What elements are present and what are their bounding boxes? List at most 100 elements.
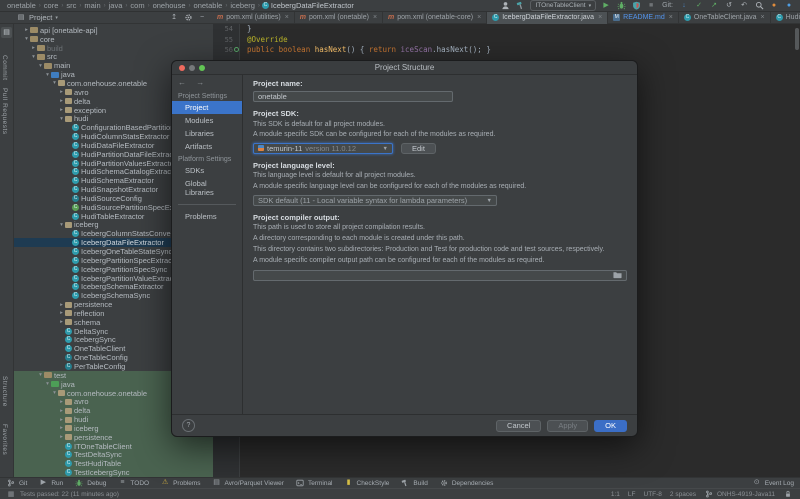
close-tab-icon[interactable]: ×: [761, 14, 765, 21]
stripe-project-button[interactable]: ▤: [1, 27, 12, 38]
git-branch-widget[interactable]: ONHS-4919-Java11: [704, 489, 775, 499]
commit-icon[interactable]: ✓: [694, 1, 704, 11]
close-window-icon[interactable]: [179, 65, 185, 71]
close-tab-icon[interactable]: ×: [598, 14, 602, 21]
tool-window-button-debug[interactable]: Debug: [74, 478, 106, 488]
tool-window-button-dependencies[interactable]: Dependencies: [439, 478, 494, 488]
sdk-select[interactable]: temurin-11 version 11.0.12 ▼: [253, 143, 393, 154]
close-tab-icon[interactable]: ×: [477, 14, 481, 21]
override-marker-icon[interactable]: [234, 47, 239, 52]
user-icon[interactable]: [500, 1, 510, 11]
tests-status-text[interactable]: Tests passed: 22 (11 minutes ago): [20, 491, 119, 498]
tool-window-button-build[interactable]: Build: [400, 478, 427, 488]
compiler-output-input[interactable]: [253, 270, 627, 281]
breadcrumb-item[interactable]: com: [130, 1, 144, 10]
sidebar-item-libraries[interactable]: Libraries: [172, 127, 242, 140]
tree-item[interactable]: CTestHudiTable: [14, 459, 213, 468]
back-forward-icons[interactable]: ← →: [172, 77, 242, 90]
close-tab-icon[interactable]: ×: [373, 14, 377, 21]
indent-widget[interactable]: 2 spaces: [670, 491, 696, 498]
help-button[interactable]: ?: [182, 419, 195, 432]
minimize-window-icon[interactable]: [189, 65, 195, 71]
revert-icon[interactable]: ↶: [739, 1, 749, 11]
editor-tab[interactable]: mpom.xml (onetable)×: [295, 12, 383, 24]
build-hammer-icon[interactable]: [515, 1, 525, 11]
tool-window-button-todo[interactable]: ≡TODO: [117, 478, 149, 488]
tool-window-button-run[interactable]: ▶Run: [38, 478, 63, 488]
settings-gear-icon[interactable]: [183, 13, 193, 23]
tool-window-button-checkstyle[interactable]: ▮CheckStyle: [344, 478, 390, 488]
editor-tab[interactable]: MREADME.md×: [608, 12, 679, 24]
editor-tab[interactable]: mpom.xml (utilities)×: [212, 12, 295, 24]
encoding-widget[interactable]: UTF-8: [644, 491, 662, 498]
notifications-icon[interactable]: ●: [784, 1, 794, 11]
stripe-item-structure[interactable]: Structure: [1, 376, 8, 407]
breadcrumb-item[interactable]: core: [44, 1, 59, 10]
cancel-button[interactable]: Cancel: [496, 420, 541, 432]
sidebar-item-project[interactable]: Project: [172, 101, 242, 114]
tool-window-button-avro-parquet-viewer[interactable]: ▤Avro/Parquet Viewer: [212, 478, 284, 488]
tree-item[interactable]: CTestDeltaSync: [14, 451, 213, 460]
apply-button[interactable]: Apply: [547, 420, 588, 432]
sidebar-item-modules[interactable]: Modules: [172, 114, 242, 127]
debug-icon[interactable]: [616, 1, 626, 11]
close-tab-icon[interactable]: ×: [285, 14, 289, 21]
collapse-all-icon[interactable]: ↥: [169, 13, 179, 23]
chevron-down-icon[interactable]: ▾: [55, 15, 58, 21]
breadcrumb-item[interactable]: src: [66, 1, 76, 10]
tree-item[interactable]: ▸build: [14, 44, 213, 53]
tree-item[interactable]: CITOneTableClient: [14, 442, 213, 451]
run-icon[interactable]: ▶: [601, 1, 611, 11]
editor-tab[interactable]: CHudiSchemaCatalogExtractor.java×: [771, 12, 800, 24]
editor-scrollbar[interactable]: [795, 28, 799, 50]
editor-code[interactable]: }@Overridepublic boolean hasNext() { ret…: [247, 24, 792, 56]
tree-item[interactable]: ▾core: [14, 35, 213, 44]
tool-window-toggle-icon[interactable]: ▦: [7, 490, 15, 498]
stripe-item-pull-requests[interactable]: Pull Requests: [1, 88, 8, 135]
package-icon: [65, 408, 72, 414]
readonly-lock-icon[interactable]: [783, 489, 793, 499]
close-tab-icon[interactable]: ×: [669, 14, 673, 21]
stripe-item-favorites[interactable]: Favorites: [1, 424, 8, 455]
tool-window-button-git[interactable]: Git: [6, 478, 27, 488]
folder-icon[interactable]: [613, 271, 622, 279]
event-log-button[interactable]: ⊙Event Log: [752, 478, 794, 488]
push-icon[interactable]: ↗: [709, 1, 719, 11]
tree-item[interactable]: CTestIcebergSync: [14, 468, 213, 477]
editor-tab[interactable]: CIcebergDataFileExtractor.java×: [487, 12, 608, 24]
editor-tab[interactable]: mpom.xml (onetable-core)×: [383, 12, 487, 24]
breadcrumb-item[interactable]: onetable: [194, 1, 223, 10]
dialog-title-bar[interactable]: Project Structure: [172, 61, 637, 75]
history-icon[interactable]: ↺: [724, 1, 734, 11]
search-everywhere-icon[interactable]: [754, 1, 764, 11]
stripe-item-commit[interactable]: Commit: [1, 55, 8, 80]
project-name-input[interactable]: onetable: [253, 91, 453, 102]
update-project-icon[interactable]: ↓: [679, 1, 689, 11]
line-ending-widget[interactable]: LF: [628, 491, 636, 498]
sidebar-item-global-libraries[interactable]: Global Libraries: [172, 177, 242, 199]
breadcrumb-item[interactable]: main: [84, 1, 100, 10]
tool-window-button-terminal[interactable]: Terminal: [295, 478, 333, 488]
stop-icon[interactable]: ■: [646, 1, 656, 11]
breadcrumb-item[interactable]: java: [109, 1, 123, 10]
language-level-select[interactable]: SDK default (11 - Local variable syntax …: [253, 195, 497, 206]
project-panel-header[interactable]: ▤ Project ▾ ↥−: [0, 13, 212, 23]
sidebar-item-artifacts[interactable]: Artifacts: [172, 140, 242, 153]
breadcrumb-current[interactable]: CIcebergDataFileExtractor: [262, 1, 354, 10]
caret-position-widget[interactable]: 1:1: [611, 491, 620, 498]
breadcrumb-item[interactable]: onehouse: [153, 1, 186, 10]
breadcrumb-item[interactable]: onetable: [7, 1, 36, 10]
hide-panel-icon[interactable]: −: [197, 13, 207, 23]
ok-button[interactable]: OK: [594, 420, 627, 432]
tree-item[interactable]: ▸api [onetable-api]: [14, 26, 213, 35]
zoom-window-icon[interactable]: [199, 65, 205, 71]
sidebar-item-sdks[interactable]: SDKs: [172, 164, 242, 177]
editor-tab[interactable]: COneTableClient.java×: [679, 12, 771, 24]
edit-sdk-button[interactable]: Edit: [401, 143, 436, 154]
run-config-select[interactable]: ITOneTableClient▾: [530, 0, 596, 11]
profiler-icon[interactable]: ●: [769, 1, 779, 11]
breadcrumb-item[interactable]: iceberg: [230, 1, 255, 10]
sidebar-item-problems[interactable]: Problems: [172, 210, 242, 223]
coverage-icon[interactable]: [631, 1, 641, 11]
tool-window-button-problems[interactable]: ⚠Problems: [160, 478, 200, 488]
